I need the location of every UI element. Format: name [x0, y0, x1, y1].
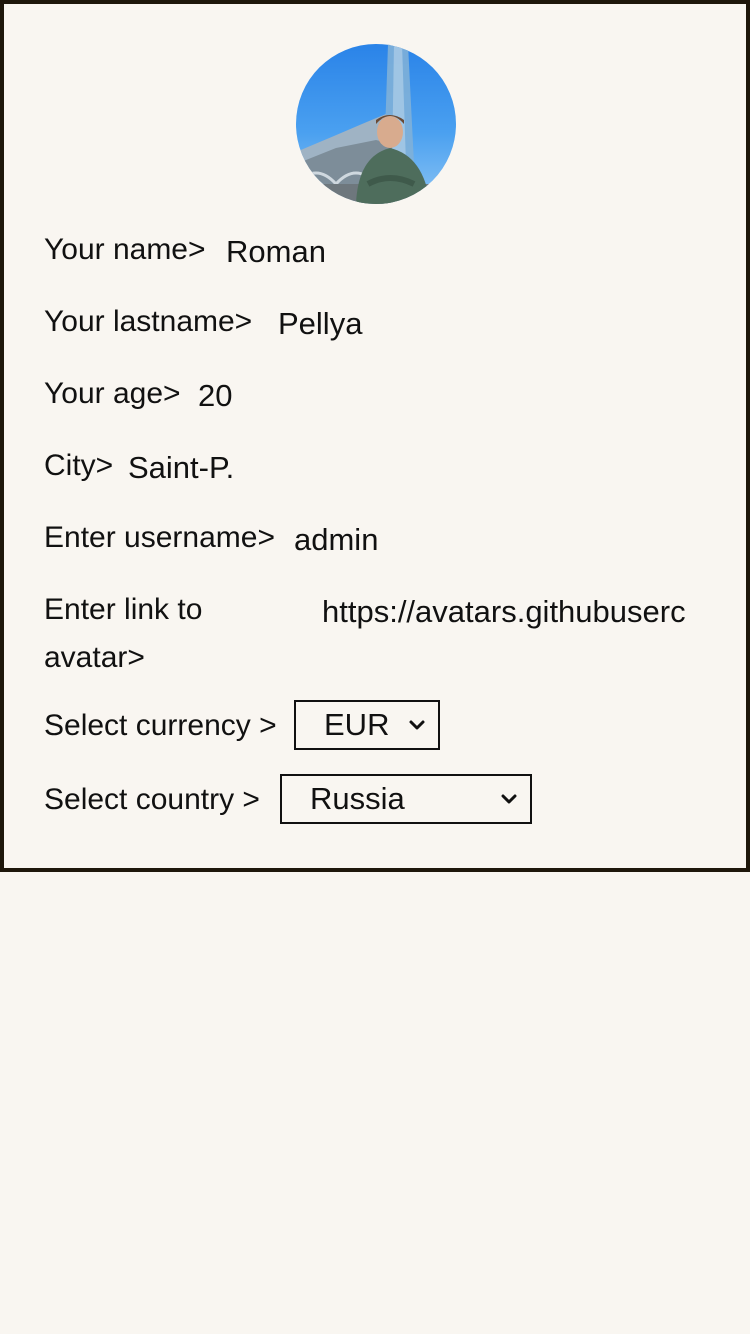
field-age-input[interactable]: 20	[198, 372, 232, 420]
field-avatar-link-label: Enter link to avatar>	[44, 593, 203, 674]
chevron-down-icon	[501, 794, 517, 804]
profile-card: Your name> Roman Your lastname> Pellya Y…	[0, 0, 750, 872]
field-country: Select country > Russia	[44, 774, 704, 832]
field-lastname: Your lastname> Pellya	[44, 298, 704, 350]
country-selected-value: Russia	[310, 781, 405, 816]
field-age: Your age> 20	[44, 370, 704, 422]
currency-select[interactable]: EUR	[294, 700, 440, 750]
field-name-label: Your name>	[44, 233, 206, 266]
field-city-input[interactable]: Saint-P.	[128, 444, 234, 492]
field-currency-label: Select currency >	[44, 709, 277, 742]
field-lastname-input[interactable]: Pellya	[278, 300, 362, 348]
field-name: Your name> Roman	[44, 226, 704, 278]
field-city: City> Saint-P.	[44, 442, 704, 494]
currency-selected-value: EUR	[324, 707, 390, 742]
field-avatar-link-input[interactable]: https://avatars.githubuserc	[322, 588, 704, 636]
field-username-label: Enter username>	[44, 521, 275, 554]
avatar-photo	[296, 44, 456, 204]
field-name-input[interactable]: Roman	[226, 228, 326, 276]
avatar	[296, 44, 456, 204]
field-country-label: Select country >	[44, 783, 260, 816]
field-lastname-label: Your lastname>	[44, 305, 253, 338]
field-username: Enter username> admin	[44, 514, 704, 566]
country-select[interactable]: Russia	[280, 774, 532, 824]
field-age-label: Your age>	[44, 377, 181, 410]
field-username-input[interactable]: admin	[294, 516, 378, 564]
chevron-down-icon	[409, 720, 425, 730]
field-avatar-link: Enter link to avatar> https://avatars.gi…	[44, 586, 704, 682]
field-city-label: City>	[44, 449, 114, 482]
field-currency: Select currency > EUR	[44, 700, 704, 758]
